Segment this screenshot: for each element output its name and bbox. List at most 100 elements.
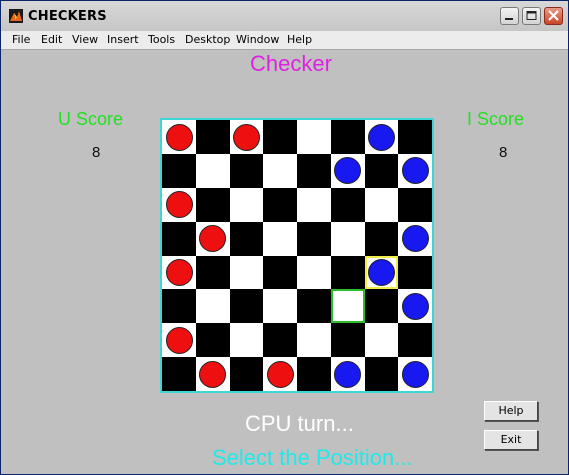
board-cell-r7c2[interactable] (229, 357, 264, 391)
menu-file[interactable]: File (12, 33, 30, 46)
red-checker-piece[interactable] (199, 225, 227, 253)
red-checker-piece[interactable] (165, 191, 193, 219)
exit-button[interactable]: Exit (484, 430, 538, 450)
board-cell-r0c2[interactable] (229, 120, 264, 154)
board-cell-r3c0[interactable] (162, 221, 196, 256)
menu-edit[interactable]: Edit (41, 33, 62, 46)
board-cell-r6c0[interactable] (162, 323, 196, 358)
red-checker-piece[interactable] (233, 123, 260, 151)
board-cell-r5c6[interactable] (364, 289, 399, 324)
minimize-icon (505, 18, 513, 20)
board-cell-r6c4[interactable] (297, 323, 331, 358)
menu-help[interactable]: Help (287, 33, 312, 46)
minimize-button[interactable] (500, 7, 519, 25)
board-cell-r3c1[interactable] (195, 221, 230, 256)
board-cell-r0c6[interactable] (364, 120, 399, 154)
board-cell-r2c1[interactable] (195, 187, 230, 222)
blue-checker-piece[interactable] (401, 157, 429, 185)
board-cell-r5c5[interactable] (330, 289, 365, 324)
maximize-button[interactable] (522, 7, 541, 25)
red-checker-piece[interactable] (266, 360, 294, 388)
board-cell-r4c6[interactable] (364, 255, 399, 290)
board-cell-r4c2[interactable] (229, 255, 264, 290)
board-cell-r0c0[interactable] (162, 120, 196, 154)
help-button[interactable]: Help (484, 401, 538, 421)
board-cell-r1c5[interactable] (330, 153, 365, 188)
board-cell-r0c1[interactable] (195, 120, 230, 154)
board-cell-r1c4[interactable] (297, 153, 331, 188)
board-cell-r2c6[interactable] (364, 187, 399, 222)
board-cell-r3c6[interactable] (364, 221, 399, 256)
board-cell-r7c0[interactable] (162, 357, 196, 391)
board-cell-r2c2[interactable] (229, 187, 264, 222)
board-grid (162, 120, 432, 391)
board-cell-r7c3[interactable] (263, 357, 297, 391)
board-cell-r3c2[interactable] (229, 221, 264, 256)
board-cell-r2c4[interactable] (297, 187, 331, 222)
board-cell-r5c3[interactable] (263, 289, 297, 324)
board-cell-r6c7[interactable] (398, 323, 432, 358)
blue-checker-piece[interactable] (368, 259, 395, 286)
board-cell-r7c1[interactable] (195, 357, 230, 391)
board-cell-r1c2[interactable] (229, 153, 264, 188)
board-cell-r3c3[interactable] (263, 221, 297, 256)
menu-view[interactable]: View (72, 33, 98, 46)
menu-insert[interactable]: Insert (107, 33, 139, 46)
blue-checker-piece[interactable] (334, 157, 362, 185)
game-heading: Checker (250, 51, 332, 76)
board-cell-r1c0[interactable] (162, 153, 196, 188)
menu-bar: File Edit View Insert Tools Desktop Wind… (1, 31, 568, 73)
board-cell-r6c6[interactable] (364, 323, 399, 358)
board-cell-r6c1[interactable] (195, 323, 230, 358)
board-cell-r2c0[interactable] (162, 187, 196, 222)
board-cell-r7c7[interactable] (398, 357, 432, 391)
board-cell-r5c0[interactable] (162, 289, 196, 324)
board-cell-r6c5[interactable] (330, 323, 365, 358)
board-cell-r1c7[interactable] (398, 153, 432, 188)
board-cell-r4c3[interactable] (263, 255, 297, 290)
board-cell-r3c5[interactable] (330, 221, 365, 256)
board-cell-r4c5[interactable] (330, 255, 365, 290)
board-cell-r4c0[interactable] (162, 255, 196, 290)
red-checker-piece[interactable] (165, 123, 193, 151)
board-cell-r2c5[interactable] (330, 187, 365, 222)
red-checker-piece[interactable] (165, 259, 193, 286)
board-cell-r0c3[interactable] (263, 120, 297, 154)
board-cell-r1c3[interactable] (263, 153, 297, 188)
board-cell-r7c4[interactable] (297, 357, 331, 391)
board-cell-r7c5[interactable] (330, 357, 365, 391)
board-cell-r0c7[interactable] (398, 120, 432, 154)
matlab-icon (9, 9, 23, 23)
board-cell-r1c6[interactable] (364, 153, 399, 188)
board-cell-r3c7[interactable] (398, 221, 432, 256)
blue-checker-piece[interactable] (401, 292, 429, 320)
red-checker-piece[interactable] (165, 326, 193, 354)
board-cell-r4c1[interactable] (195, 255, 230, 290)
board-cell-r2c3[interactable] (263, 187, 297, 222)
close-button[interactable] (544, 7, 563, 25)
board-cell-r4c7[interactable] (398, 255, 432, 290)
board-cell-r0c5[interactable] (330, 120, 365, 154)
blue-checker-piece[interactable] (401, 360, 429, 388)
board-cell-r2c7[interactable] (398, 187, 432, 222)
blue-checker-piece[interactable] (401, 225, 429, 253)
blue-checker-piece[interactable] (334, 360, 362, 388)
menu-window[interactable]: Window (236, 33, 279, 46)
board-cell-r5c7[interactable] (398, 289, 432, 324)
board-cell-r6c3[interactable] (263, 323, 297, 358)
menu-desktop[interactable]: Desktop (185, 33, 230, 46)
blue-checker-piece[interactable] (368, 123, 395, 151)
board-cell-r1c1[interactable] (195, 153, 230, 188)
board-cell-r4c4[interactable] (297, 255, 331, 290)
board-cell-r5c2[interactable] (229, 289, 264, 324)
board-cell-r7c6[interactable] (364, 357, 399, 391)
board-cell-r5c4[interactable] (297, 289, 331, 324)
title-bar[interactable]: CHECKERS (1, 1, 568, 31)
board-cell-r0c4[interactable] (297, 120, 331, 154)
menu-tools[interactable]: Tools (148, 33, 175, 46)
board-cell-r5c1[interactable] (195, 289, 230, 324)
board-cell-r6c2[interactable] (229, 323, 264, 358)
maximize-icon (526, 11, 537, 20)
red-checker-piece[interactable] (199, 360, 227, 388)
board-cell-r3c4[interactable] (297, 221, 331, 256)
